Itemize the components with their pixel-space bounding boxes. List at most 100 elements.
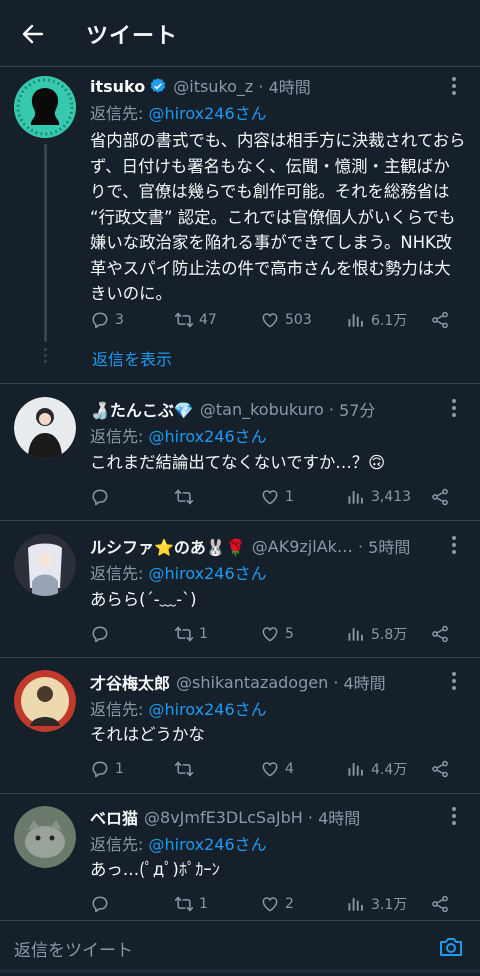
views-button[interactable]: 6.1万 (346, 310, 407, 330)
display-name[interactable]: ベロ猫 (90, 805, 138, 829)
reply-target-link[interactable]: @hirox246さん (149, 564, 267, 583)
retweet-button[interactable]: 1 (174, 624, 208, 644)
thread-dots (43, 348, 48, 366)
page-title: ツイート (86, 24, 179, 49)
display-name[interactable]: itsuko (90, 77, 145, 96)
views-button[interactable]: 3,413 (346, 487, 411, 507)
timestamp[interactable]: 4時間 (269, 74, 311, 98)
reply-target-link[interactable]: @hirox246さん (149, 104, 267, 123)
tweet-divider (0, 793, 480, 794)
heart-icon (260, 894, 280, 914)
more-options-icon[interactable] (444, 806, 464, 826)
handle[interactable]: @tan_kobukuro (200, 400, 324, 419)
retweet-count: 1 (199, 896, 208, 912)
tweet-actions: 1 2 3.1万 (90, 892, 462, 916)
reply-to-line: 返信先: @hirox246さん (90, 831, 267, 855)
back-arrow-icon[interactable] (18, 19, 48, 49)
share-button[interactable] (430, 310, 450, 330)
reply-button[interactable] (90, 624, 115, 644)
like-button[interactable]: 5 (260, 624, 294, 644)
show-replies-link[interactable]: 返信を表示 (92, 346, 172, 370)
retweet-icon (174, 487, 194, 507)
tweet-header: ベロ猫 @8vJmfE3DLcSaJbH · 4時間 (90, 805, 440, 829)
reply-target-link[interactable]: @hirox246さん (149, 835, 267, 854)
more-options-icon[interactable] (444, 398, 464, 418)
reply-button[interactable] (90, 894, 115, 914)
view-count: 5.8万 (371, 627, 408, 643)
handle[interactable]: @shikantazadogen (176, 673, 328, 692)
more-options-icon[interactable] (444, 535, 464, 555)
retweet-button[interactable] (174, 759, 199, 779)
view-count: 6.1万 (371, 313, 408, 329)
avatar[interactable] (14, 534, 76, 596)
handle[interactable]: @8vJmfE3DLcSaJbH (144, 808, 303, 827)
tweet-header: ルシファ⭐のあ🐰🌹 @AK9zjlAk… · 5時間 (90, 534, 440, 558)
share-button[interactable] (430, 759, 450, 779)
reply-prefix: 返信先: (90, 700, 144, 719)
header-divider (0, 66, 480, 67)
more-options-icon[interactable] (444, 76, 464, 96)
reply-count: 3 (115, 312, 124, 328)
reply-icon (90, 624, 110, 644)
tweet-text: これまだ結論出てなくないですか…？🙃 (90, 453, 386, 472)
views-button[interactable]: 4.4万 (346, 759, 407, 779)
share-icon (430, 624, 450, 644)
timestamp[interactable]: 4時間 (344, 670, 386, 694)
reply-button[interactable]: 1 (90, 759, 124, 779)
like-button[interactable]: 1 (260, 487, 294, 507)
handle[interactable]: @itsuko_z (173, 77, 253, 96)
reply-icon (90, 759, 110, 779)
camera-icon[interactable] (438, 934, 464, 960)
like-count: 5 (285, 626, 294, 642)
heart-icon (260, 759, 280, 779)
analytics-icon (346, 894, 366, 914)
share-button[interactable] (430, 624, 450, 644)
reply-count: 1 (115, 761, 124, 777)
avatar[interactable] (14, 397, 76, 459)
display-name[interactable]: 🍶たんこぶ💎 (90, 397, 194, 421)
timestamp[interactable]: 4時間 (318, 805, 360, 829)
retweet-button[interactable]: 1 (174, 894, 208, 914)
like-button[interactable]: 4 (260, 759, 294, 779)
share-button[interactable] (430, 894, 450, 914)
separator-dot: · (253, 76, 269, 96)
more-options-icon[interactable] (444, 671, 464, 691)
retweet-icon (174, 894, 194, 914)
retweet-button[interactable]: 47 (174, 310, 217, 330)
retweet-button[interactable] (174, 487, 199, 507)
reply-to-line: 返信先: @hirox246さん (90, 696, 267, 720)
reply-button[interactable] (90, 487, 115, 507)
retweet-icon (174, 310, 194, 330)
views-button[interactable]: 3.1万 (346, 894, 407, 914)
separator-dot: · (352, 536, 369, 556)
avatar[interactable] (14, 806, 76, 868)
reply-icon (90, 487, 110, 507)
like-button[interactable]: 2 (260, 894, 294, 914)
like-button[interactable]: 503 (260, 310, 312, 330)
tweet-header: itsuko @itsuko_z · 4時間 (90, 74, 440, 98)
tweet-divider (0, 520, 480, 521)
separator-dot: · (323, 399, 340, 419)
tweet-divider (0, 657, 480, 658)
avatar[interactable] (14, 670, 76, 732)
reply-target-link[interactable]: @hirox246さん (149, 700, 267, 719)
avatar[interactable] (14, 76, 76, 138)
reply-input[interactable]: 返信をツイート (14, 936, 133, 961)
display-name[interactable]: ルシファ⭐のあ🐰🌹 (90, 534, 246, 558)
timestamp[interactable]: 5時間 (368, 534, 410, 558)
reply-button[interactable]: 3 (90, 310, 124, 330)
tweet-text: あっ…(ﾟдﾟ)ﾎﾟｶｰﾝ (90, 860, 220, 879)
display-name[interactable]: 才谷梅太郎 (90, 670, 170, 694)
reply-target-link[interactable]: @hirox246さん (149, 427, 267, 446)
timestamp[interactable]: 57分 (339, 397, 375, 421)
reply-prefix: 返信先: (90, 835, 144, 854)
share-icon (430, 310, 450, 330)
handle[interactable]: @AK9zjlAk… (252, 537, 353, 556)
tweet-header: 才谷梅太郎 @shikantazadogen · 4時間 (90, 670, 440, 694)
analytics-icon (346, 759, 366, 779)
share-button[interactable] (430, 487, 450, 507)
reply-to-line: 返信先: @hirox246さん (90, 560, 267, 584)
reply-composer[interactable]: 返信をツイート (0, 920, 480, 976)
like-count: 1 (285, 489, 294, 505)
views-button[interactable]: 5.8万 (346, 624, 407, 644)
